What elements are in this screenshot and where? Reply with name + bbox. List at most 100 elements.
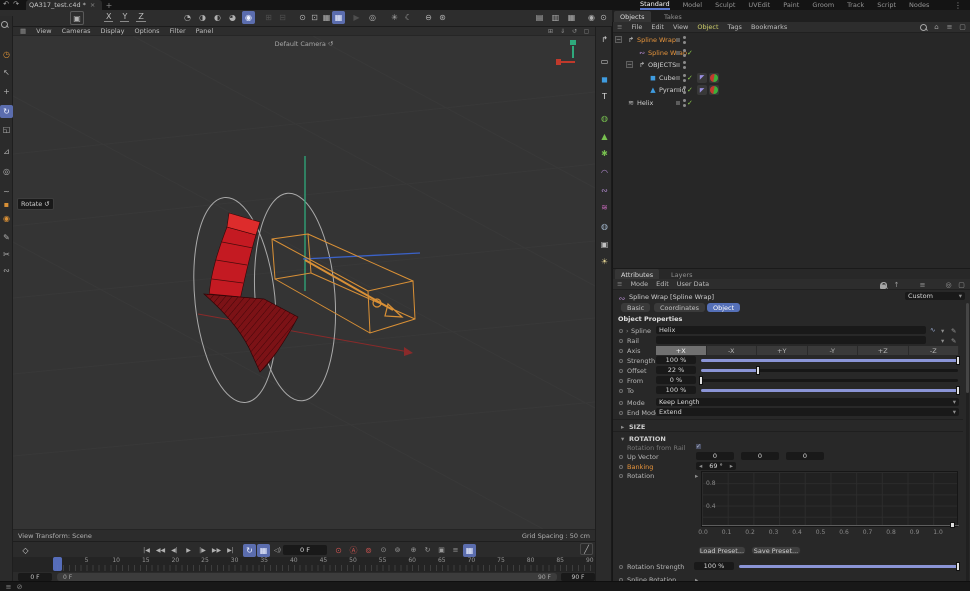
rotation-graph[interactable]: 0.8 0.4	[701, 471, 959, 528]
axis-button-plusy[interactable]: +Y	[757, 346, 808, 355]
render-visibility-dot[interactable]	[683, 91, 686, 94]
tree-row-spline-wrap[interactable]: − ↱ Spline Wrap	[613, 34, 970, 46]
layout-tab-script[interactable]: Script	[877, 1, 896, 9]
render-material-icon[interactable]: ◐	[211, 11, 224, 24]
material-tag[interactable]	[709, 85, 719, 95]
up-vector-field[interactable]: 0	[696, 452, 734, 460]
playback-mode-icon[interactable]: ▦	[257, 544, 270, 557]
key-rotation-icon[interactable]: ⊕	[407, 544, 420, 557]
scrollbar[interactable]	[966, 303, 969, 583]
light-icon[interactable]: ☀	[598, 255, 611, 268]
live-selection-icon[interactable]: ◷	[0, 48, 13, 61]
enabled-check-icon[interactable]: ✓	[687, 86, 693, 94]
om-menu-tags[interactable]: Tags	[728, 23, 742, 31]
playhead[interactable]	[53, 557, 62, 571]
record-keyframe-icon[interactable]: ⊙	[332, 544, 345, 557]
range-slider[interactable]: 0 F 90 F	[57, 573, 557, 581]
editor-visibility-dot[interactable]	[683, 73, 686, 77]
anim-dot[interactable]	[619, 565, 623, 569]
editor-visibility-dot[interactable]	[683, 48, 686, 52]
axis-lock-z[interactable]: Z	[136, 12, 146, 22]
anim-dot[interactable]	[619, 349, 623, 353]
quantize-icon[interactable]: ▦	[332, 11, 345, 24]
editor-visibility-dot[interactable]	[683, 61, 686, 64]
focus-icon[interactable]: ◎	[944, 281, 953, 290]
rotation-from-rail-checkbox[interactable]: ✓	[695, 443, 702, 450]
spline-tool-icon[interactable]: ∾	[0, 264, 13, 277]
pin-down-icon[interactable]: ⇓	[558, 27, 567, 36]
strength-slider[interactable]	[701, 356, 960, 365]
layout-panel-b-icon[interactable]: ▥	[549, 11, 562, 24]
fcurve-icon[interactable]: ╱	[580, 543, 593, 555]
range-start-field[interactable]: 0 F	[18, 573, 52, 581]
om-menu-view[interactable]: View	[673, 23, 688, 31]
tree-row-objects[interactable]: − ↱ OBJECTS	[613, 59, 970, 71]
point-tool-icon[interactable]: ▪	[0, 198, 13, 211]
axis-button-minusx[interactable]: -X	[706, 346, 757, 355]
layout-tab-track[interactable]: Track	[847, 1, 864, 9]
attr-menu-mode[interactable]: Mode	[630, 280, 648, 288]
phong-tag[interactable]: ◤	[697, 72, 707, 83]
rotate-tool-icon[interactable]: ↻	[0, 105, 13, 118]
from-value[interactable]: 0 %	[656, 376, 696, 384]
expand-icon[interactable]: −	[615, 36, 622, 43]
editor-visibility-dot[interactable]	[683, 98, 686, 102]
layout-tab-model[interactable]: Model	[683, 1, 703, 9]
rectangle-spline-icon[interactable]: ▭	[598, 55, 611, 68]
render-visibility-dot[interactable]	[683, 78, 686, 82]
material-tag[interactable]	[709, 72, 719, 83]
render-visibility-dot[interactable]	[683, 66, 686, 69]
key-parameter-icon[interactable]: ↻	[421, 544, 434, 557]
anim-dot[interactable]	[619, 369, 623, 373]
enabled-check-icon[interactable]: ✓	[687, 49, 693, 57]
autokey-region-icon[interactable]: ▦	[463, 544, 476, 557]
mode-dropdown[interactable]: Keep Length ▾	[656, 398, 959, 406]
anim-dot[interactable]	[619, 474, 623, 478]
anim-dot[interactable]	[619, 359, 623, 363]
rail-picker-icon[interactable]: ✎	[951, 337, 956, 345]
layout-tab-standard[interactable]: Standard	[640, 0, 670, 10]
record-selected-icon[interactable]: ⊚	[362, 544, 375, 557]
anim-dot[interactable]	[619, 411, 623, 415]
spinner-inc-icon[interactable]: ▸	[730, 462, 733, 470]
filter-icon[interactable]: ≡	[945, 23, 954, 32]
viewport-menu-panel[interactable]: Panel	[196, 27, 214, 35]
spline-drop-icon[interactable]: ▾	[941, 327, 944, 335]
popout-icon[interactable]: ▢	[957, 281, 966, 290]
editor-visibility-dot[interactable]	[683, 86, 686, 89]
layout-tab-sculpt[interactable]: Sculpt	[715, 1, 735, 9]
grid-dots-icon[interactable]: ⊞	[546, 27, 555, 36]
tab-coordinates[interactable]: Coordinates	[654, 303, 706, 312]
move-tool-icon[interactable]: +	[0, 85, 13, 98]
filter-icon[interactable]: ≡	[918, 281, 927, 290]
rotation-strength-value[interactable]: 100 %	[694, 562, 734, 570]
viewport-menu-filter[interactable]: Filter	[170, 27, 186, 35]
simulate-icon[interactable]: ✳	[388, 11, 401, 24]
viewport-menu-display[interactable]: Display	[101, 27, 125, 35]
sync-rotate-icon[interactable]: ↺	[570, 27, 579, 36]
om-menu-edit[interactable]: Edit	[651, 23, 664, 31]
key-pla-icon[interactable]: ▣	[435, 544, 448, 557]
graph-end-knob[interactable]	[950, 522, 955, 528]
spline-wrap-command-icon[interactable]: ↱	[598, 33, 611, 46]
expand-icon[interactable]: −	[626, 61, 633, 68]
anim-dot[interactable]	[619, 401, 623, 405]
search-icon[interactable]	[919, 23, 928, 32]
load-preset-button[interactable]: Load Preset...	[698, 546, 746, 555]
next-key-icon[interactable]: ▶▶	[210, 544, 223, 557]
layer-chip[interactable]	[676, 75, 680, 80]
anim-dot[interactable]	[619, 465, 623, 469]
tree-row-cube[interactable]: ◼ Cube ✓ ◤	[613, 72, 970, 84]
attr-menu-edit[interactable]: Edit	[656, 280, 669, 288]
close-tab-icon[interactable]: ×	[90, 1, 95, 9]
tab-object[interactable]: Object	[707, 303, 741, 312]
render-visibility-dot[interactable]	[683, 53, 686, 57]
timeline-layers-icon[interactable]: ≡	[449, 544, 462, 557]
axis-button-minusy[interactable]: -Y	[807, 346, 858, 355]
tab-objects[interactable]: Objects	[614, 11, 651, 22]
editor-visibility-dot[interactable]	[683, 36, 686, 39]
search-icon[interactable]	[0, 20, 9, 29]
remove-circle-icon[interactable]: ⊖	[422, 11, 435, 24]
anim-dot[interactable]	[619, 389, 623, 393]
lock-icon[interactable]	[931, 281, 940, 290]
